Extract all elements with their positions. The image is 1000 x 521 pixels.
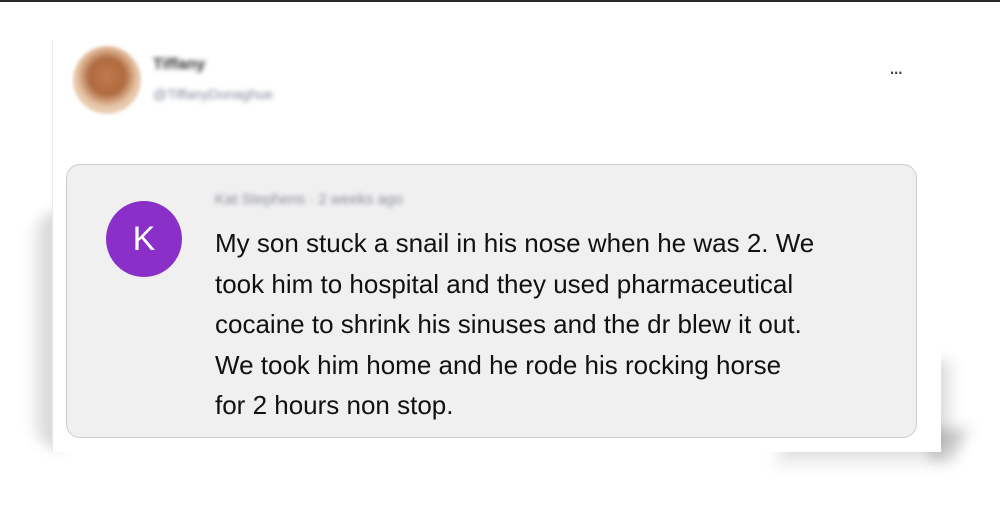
post-card: Tiffany @TiffanyDonaghue ... K Kat Steph… [52,40,941,452]
comment-line: My son stuck a snail in his nose when he… [215,228,815,258]
comment-line: for 2 hours non stop. [215,390,454,420]
comment-line: cocaine to shrink his sinuses and the dr… [215,309,802,339]
comment-line: took him to hospital and they used pharm… [215,268,794,299]
quoted-comment[interactable]: K Kat Stephens · 2 weeks ago My son stuc… [66,164,917,438]
author-handle[interactable]: @TiffanyDonaghue [153,86,273,102]
author-name[interactable]: Tiffany [153,56,205,74]
commenter-avatar: K [106,201,182,277]
comment-text: My son stuck a snail in his nose when he… [215,223,895,426]
commenter-avatar-letter: K [132,219,156,258]
comment-meta: Kat Stephens · 2 weeks ago [215,191,403,208]
more-options-icon[interactable]: ... [889,54,903,80]
top-rule [0,0,1000,2]
comment-line: We took him home and he rode his rocking… [215,349,782,380]
author-avatar[interactable] [73,46,141,114]
